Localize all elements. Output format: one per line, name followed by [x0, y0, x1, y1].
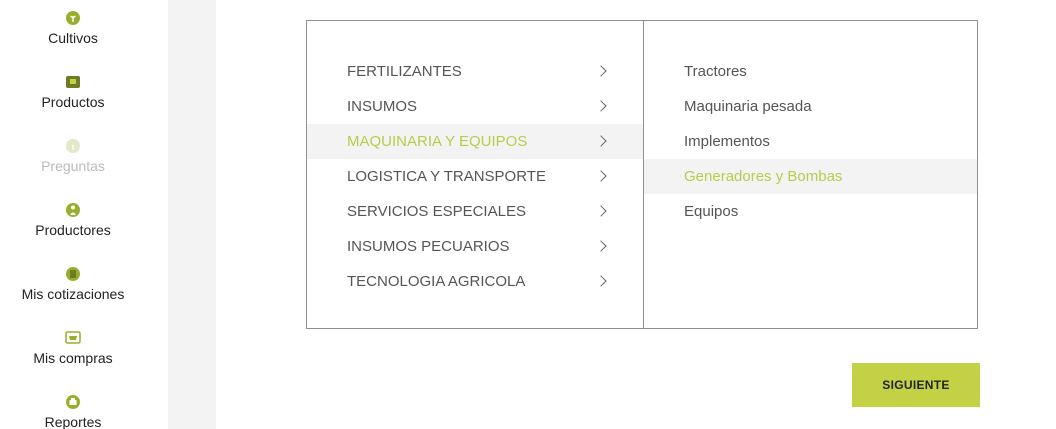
sidebar-item-label: Productos	[41, 94, 105, 110]
category-item-insumos[interactable]: INSUMOS	[307, 89, 643, 124]
category-label: TECNOLOGIA AGRICOLA	[347, 273, 526, 290]
category-item-fertilizantes[interactable]: FERTILIZANTES	[307, 54, 643, 89]
chevron-right-icon	[595, 240, 607, 252]
category-label: INSUMOS PECUARIOS	[347, 238, 510, 255]
sidebar-item-label: Reportes	[44, 414, 102, 429]
category-label: LOGISTICA Y TRANSPORTE	[347, 168, 546, 185]
category-label: FERTILIZANTES	[347, 63, 462, 80]
chevron-right-icon	[595, 100, 607, 112]
sidebar-item-label: Mis compras	[33, 350, 113, 366]
subcategory-list: Tractores Maquinaria pesada Implementos …	[644, 21, 977, 361]
sidebar-item-reportes[interactable]: Reportes	[0, 394, 146, 429]
sidebar-item-preguntas[interactable]: Preguntas	[0, 138, 146, 174]
chevron-right-icon	[595, 170, 607, 182]
category-item-tecnologia-agricola[interactable]: TECNOLOGIA AGRICOLA	[307, 264, 643, 299]
chevron-right-icon	[595, 65, 607, 77]
print-icon	[66, 395, 80, 409]
chevron-right-icon	[595, 205, 607, 217]
next-button[interactable]: SIGUIENTE	[852, 363, 980, 407]
sidebar-item-label: Mis cotizaciones	[21, 286, 125, 302]
document-icon	[66, 267, 80, 281]
category-label: MAQUINARIA Y EQUIPOS	[347, 133, 528, 150]
category-label: SERVICIOS ESPECIALES	[347, 203, 526, 220]
category-selector: FERTILIZANTES INSUMOS MAQUINARIA Y EQUIP…	[306, 20, 978, 329]
category-list: FERTILIZANTES INSUMOS MAQUINARIA Y EQUIP…	[307, 21, 644, 328]
subcategory-item-generadores-y-bombas[interactable]: Generadores y Bombas	[644, 159, 977, 194]
category-label: INSUMOS	[347, 98, 418, 115]
page: Cultivos Productos Preguntas Productores…	[0, 0, 1056, 429]
plant-icon	[66, 11, 80, 25]
subcategory-item-implementos[interactable]: Implementos	[644, 124, 977, 159]
sidebar-item-label: Productores	[35, 222, 111, 238]
farmer-icon	[66, 203, 80, 217]
sidebar-item-productos[interactable]: Productos	[0, 74, 146, 110]
chevron-right-icon	[595, 135, 607, 147]
category-item-logistica-y-transporte[interactable]: LOGISTICA Y TRANSPORTE	[307, 159, 643, 194]
question-icon	[66, 139, 80, 153]
sidebar-item-mis-compras[interactable]: Mis compras	[0, 330, 146, 366]
category-item-insumos-pecuarios[interactable]: INSUMOS PECUARIOS	[307, 229, 643, 264]
sidebar-item-cultivos[interactable]: Cultivos	[0, 10, 146, 46]
subcategory-item-tractores[interactable]: Tractores	[644, 54, 977, 89]
subcategory-item-maquinaria-pesada[interactable]: Maquinaria pesada	[644, 89, 977, 124]
chevron-right-icon	[595, 275, 607, 287]
box-icon	[66, 76, 80, 88]
subcategory-item-equipos[interactable]: Equipos	[644, 194, 977, 229]
sidebar-item-label: Cultivos	[48, 30, 98, 46]
sidebar: Cultivos Productos Preguntas Productores…	[0, 0, 168, 429]
sidebar-item-productores[interactable]: Productores	[0, 202, 146, 238]
cart-icon	[65, 331, 81, 344]
sidebar-item-label: Preguntas	[41, 158, 105, 174]
category-item-maquinaria-y-equipos[interactable]: MAQUINARIA Y EQUIPOS	[307, 124, 643, 159]
sidebar-item-mis-cotizaciones[interactable]: Mis cotizaciones	[0, 266, 146, 302]
sidebar-divider	[168, 0, 216, 429]
category-item-servicios-especiales[interactable]: SERVICIOS ESPECIALES	[307, 194, 643, 229]
